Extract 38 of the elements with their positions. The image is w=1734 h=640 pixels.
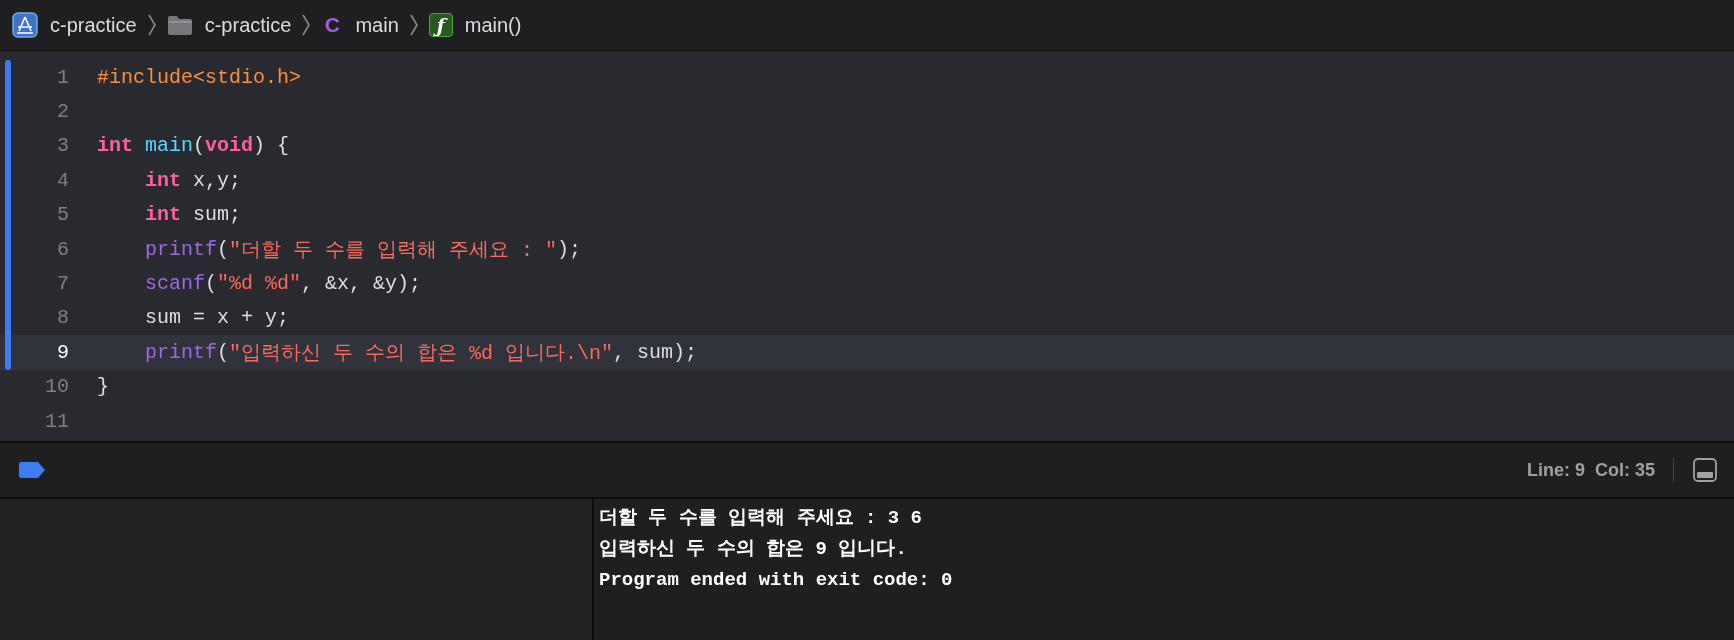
console-output-line: 입력하신 두 수의 합은 9 입니다. xyxy=(599,537,908,563)
line-number: 3 xyxy=(56,133,70,160)
code-line: int x,y; xyxy=(144,167,243,194)
function-icon: ƒ xyxy=(428,13,453,37)
column-indicator: Col: 35 xyxy=(1595,459,1655,481)
line-number: 5 xyxy=(56,202,70,229)
c-file-icon: C xyxy=(321,13,344,37)
code-line: scanf("%d %d", &x, &y); xyxy=(144,271,423,298)
chevron-icon xyxy=(146,13,157,37)
app-project-icon xyxy=(12,12,38,38)
chevron-icon xyxy=(301,13,312,37)
line-number: 6 xyxy=(56,236,70,263)
code-line: int sum; xyxy=(144,202,243,229)
line-number: 11 xyxy=(44,408,70,435)
console-output-line: Program ended with exit code: 0 xyxy=(599,567,954,593)
breadcrumb-item[interactable]: main xyxy=(355,13,399,37)
line-number: 8 xyxy=(56,305,70,332)
breadcrumb-item[interactable]: c-practice xyxy=(204,13,292,37)
code-line: sum = x + y; xyxy=(144,305,291,332)
line-indicator: Line: 9 xyxy=(1526,459,1585,481)
console-output-line: 더할 두 수를 입력해 주세요 : 3 6 xyxy=(599,505,924,531)
folder-icon xyxy=(166,14,193,36)
line-number: 1 xyxy=(56,64,70,91)
breakpoint-icon[interactable] xyxy=(18,461,46,479)
line-number: 2 xyxy=(56,99,70,126)
line-number: 9 xyxy=(56,339,70,366)
code-line: } xyxy=(97,374,110,401)
breadcrumb-item[interactable]: main() xyxy=(464,13,522,37)
panel-toggle-icon[interactable] xyxy=(1692,457,1718,483)
line-number: 10 xyxy=(44,374,70,401)
line-number: 7 xyxy=(56,271,70,298)
code-line: #include<stdio.h> xyxy=(97,64,303,91)
code-line: printf("더할 두 수를 입력해 주세요 : "); xyxy=(144,236,583,264)
code-line: printf("입력하신 두 수의 합은 %d 입니다.\n", sum); xyxy=(144,339,699,367)
breadcrumb-item[interactable]: c-practice xyxy=(50,13,137,37)
code-line: int main(void) { xyxy=(97,133,291,160)
chevron-icon xyxy=(408,13,419,37)
line-number: 4 xyxy=(56,167,70,194)
